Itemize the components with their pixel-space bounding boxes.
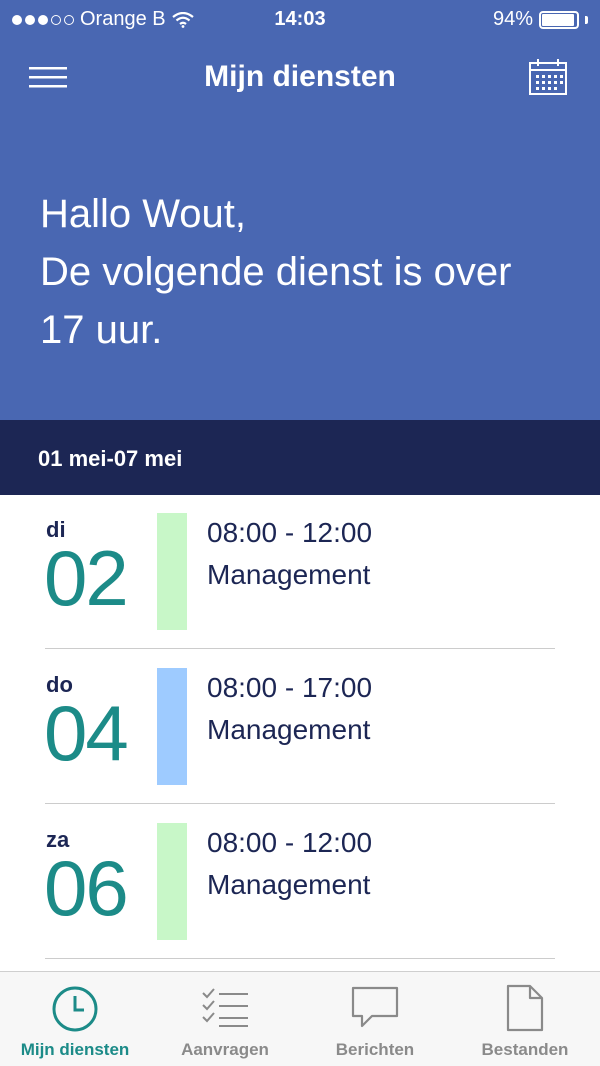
- tab-berichten[interactable]: Berichten: [300, 972, 450, 1066]
- tab-label: Mijn diensten: [20, 1040, 130, 1059]
- divider: [45, 648, 555, 649]
- shift-color-bar: [157, 668, 187, 785]
- tab-aanvragen[interactable]: Aanvragen: [150, 972, 300, 1066]
- greeting-line-1: Hallo Wout,: [40, 192, 247, 236]
- calendar-icon: [529, 59, 567, 95]
- shift-day-number: 06: [44, 844, 129, 932]
- page-title: Mijn diensten: [204, 60, 396, 93]
- calendar-button[interactable]: [528, 58, 572, 98]
- tab-bar: Mijn diensten Aanvragen Berichten Bestan…: [0, 971, 600, 1066]
- greeting-line-3: 17 uur.: [40, 308, 163, 352]
- shift-color-bar: [157, 823, 187, 940]
- tab-label: Aanvragen: [181, 1040, 269, 1059]
- greeting-message: Hallo Wout, De volgende dienst is over 1…: [40, 185, 580, 359]
- document-icon: [506, 984, 544, 1032]
- shift-item[interactable]: za 06 08:00 - 12:00 Management: [0, 805, 600, 960]
- tab-mijn-diensten[interactable]: Mijn diensten: [0, 972, 150, 1066]
- shift-item[interactable]: di 02 08:00 - 12:00 Management: [0, 495, 600, 650]
- tab-label: Berichten: [335, 1040, 415, 1059]
- speech-bubble-icon: [351, 986, 399, 1028]
- clock-icon: [52, 986, 98, 1032]
- tab-bestanden[interactable]: Bestanden: [450, 972, 600, 1066]
- divider: [45, 958, 555, 959]
- shift-color-bar: [157, 513, 187, 630]
- header: Orange B 14:03 94% Mijn diensten Hallo W…: [0, 0, 600, 420]
- status-right: 94%: [493, 8, 588, 31]
- battery-icon: [539, 10, 579, 29]
- battery-percent: 94%: [492, 8, 533, 30]
- shift-time: 08:00 - 17:00: [207, 672, 373, 703]
- status-bar: Orange B 14:03 94%: [0, 0, 600, 40]
- shift-day-number: 02: [44, 534, 129, 622]
- shift-department: Management: [207, 559, 371, 590]
- greeting-line-2: De volgende dienst is over: [40, 250, 512, 294]
- shift-item[interactable]: do 04 08:00 - 17:00 Management: [0, 650, 600, 805]
- shift-day-number: 04: [44, 689, 129, 777]
- shift-department: Management: [207, 714, 371, 745]
- shift-department: Management: [207, 869, 371, 900]
- divider: [45, 803, 555, 804]
- shift-time: 08:00 - 12:00: [207, 517, 373, 548]
- week-range: 01 mei-07 mei: [38, 446, 183, 471]
- tab-label: Bestanden: [481, 1040, 569, 1059]
- week-header: 01 mei-07 mei: [0, 420, 600, 495]
- shift-time: 08:00 - 12:00: [207, 827, 373, 858]
- checklist-icon: [202, 988, 248, 1027]
